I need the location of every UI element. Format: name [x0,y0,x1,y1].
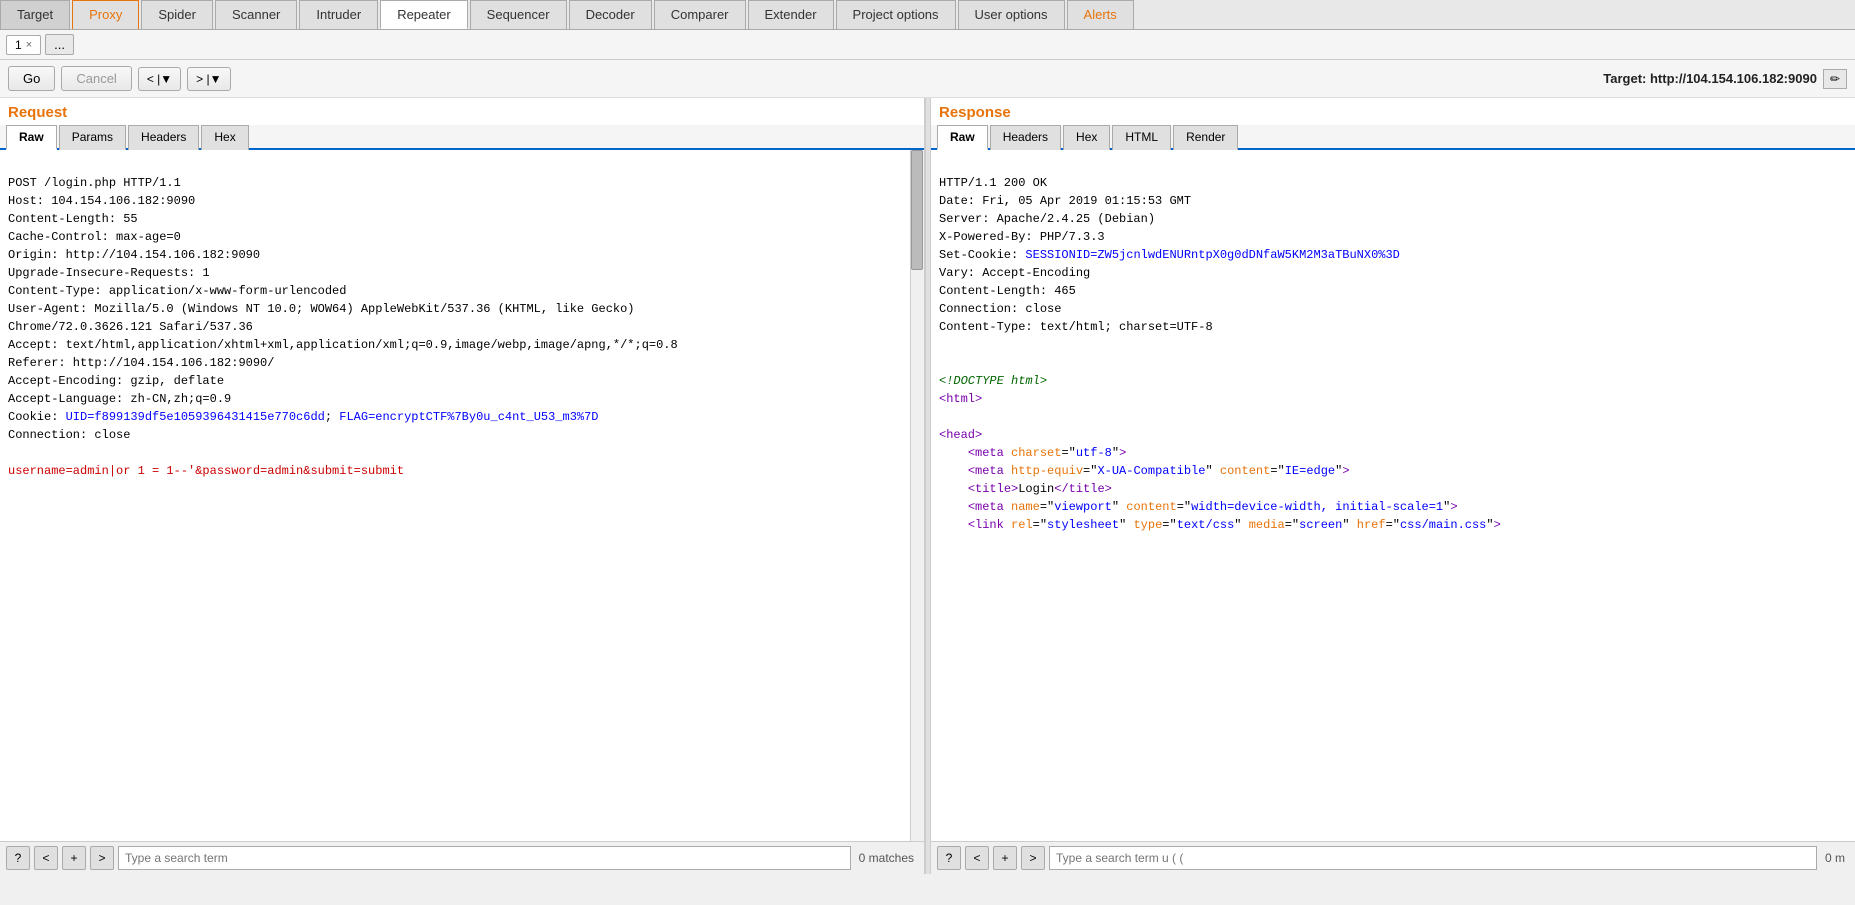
req-line-10: Accept: text/html,application/xhtml+xml,… [8,338,678,352]
resp-line-5: Set-Cookie: SESSIONID=ZW5jcnlwdENURntpX0… [939,248,1400,262]
request-panel: Request Raw Params Headers Hex POST /log… [0,98,925,874]
nav-back-button[interactable]: < |▼ [138,67,181,91]
tab-proxy[interactable]: Proxy [72,0,139,29]
req-line-8: User-Agent: Mozilla/5.0 (Windows NT 10.0… [8,302,635,316]
go-button[interactable]: Go [8,66,55,91]
response-title: Response [931,98,1855,125]
resp-title: <title>Login</title> [939,482,1112,496]
response-sub-tabs: Raw Headers Hex HTML Render [931,125,1855,150]
resp-line-2: Date: Fri, 05 Apr 2019 01:15:53 GMT [939,194,1191,208]
tab-user-options[interactable]: User options [958,0,1065,29]
req-line-9: Chrome/72.0.3626.121 Safari/537.36 [8,320,253,334]
resp-link: <link rel="stylesheet" type="text/css" m… [939,518,1501,532]
request-matches: 0 matches [855,851,918,865]
resp-line-3: Server: Apache/2.4.25 (Debian) [939,212,1155,226]
resp-meta3: <meta name="viewport" content="width=dev… [939,500,1458,514]
resp-doctype: <!DOCTYPE html> [939,374,1047,388]
target-edit-button[interactable]: ✏ [1823,69,1847,89]
req-line-6: Upgrade-Insecure-Requests: 1 [8,266,210,280]
resp-line-4: X-Powered-By: PHP/7.3.3 [939,230,1105,244]
resp-line-1: HTTP/1.1 200 OK [939,176,1047,190]
tab-decoder[interactable]: Decoder [569,0,652,29]
response-matches: 0 m [1821,851,1849,865]
response-search-input[interactable] [1049,846,1817,870]
resp-head: <head> [939,428,982,442]
cancel-button[interactable]: Cancel [61,66,131,91]
repeater-toolbar: Go Cancel < |▼ > |▼ Target: http://104.1… [0,60,1855,98]
request-search-input[interactable] [118,846,851,870]
request-search-next[interactable]: > [90,846,114,870]
response-search-next[interactable]: > [1021,846,1045,870]
resp-meta2: <meta http-equiv="X-UA-Compatible" conte… [939,464,1350,478]
tab-close-icon[interactable]: × [26,39,32,51]
req-line-12: Accept-Encoding: gzip, deflate [8,374,224,388]
req-line-1: POST /login.php HTTP/1.1 [8,176,181,190]
resp-line-7: Content-Length: 465 [939,284,1076,298]
request-scrollbar-thumb[interactable] [911,150,923,270]
response-panel: Response Raw Headers Hex HTML Render HTT… [931,98,1855,874]
request-scrollbar[interactable] [910,150,924,841]
tab-scanner[interactable]: Scanner [215,0,297,29]
tab-add-dots[interactable]: ... [45,34,74,55]
tab-target[interactable]: Target [0,0,70,29]
tab-label: 1 [15,38,22,52]
request-search-help[interactable]: ? [6,846,30,870]
menu-bar: Target Proxy Spider Scanner Intruder Rep… [0,0,1855,30]
resp-meta1: <meta charset="utf-8"> [939,446,1126,460]
response-search-prev[interactable]: < [965,846,989,870]
request-tab-params[interactable]: Params [59,125,126,150]
req-line-11: Referer: http://104.154.106.182:9090/ [8,356,274,370]
tab-extender[interactable]: Extender [748,0,834,29]
req-payload: username=admin|or 1 = 1--'&password=admi… [8,464,404,478]
repeater-tab-bar: 1 × ... [0,30,1855,60]
response-search-help[interactable]: ? [937,846,961,870]
tab-project-options[interactable]: Project options [836,0,956,29]
resp-line-8: Connection: close [939,302,1061,316]
tab-spider[interactable]: Spider [141,0,213,29]
tab-sequencer[interactable]: Sequencer [470,0,567,29]
resp-line-6: Vary: Accept-Encoding [939,266,1090,280]
response-tab-headers[interactable]: Headers [990,125,1061,150]
request-search-add[interactable]: + [62,846,86,870]
req-line-7: Content-Type: application/x-www-form-url… [8,284,346,298]
response-tab-raw[interactable]: Raw [937,125,988,150]
request-text[interactable]: POST /login.php HTTP/1.1 Host: 104.154.1… [0,150,910,841]
response-search-bar: ? < + > 0 m [931,841,1855,874]
nav-back-label: < |▼ [147,72,172,86]
resp-line-9: Content-Type: text/html; charset=UTF-8 [939,320,1213,334]
req-line-5: Origin: http://104.154.106.182:9090 [8,248,260,262]
main-content: Request Raw Params Headers Hex POST /log… [0,98,1855,874]
response-tab-hex[interactable]: Hex [1063,125,1110,150]
req-line-14: Connection: close [8,428,130,442]
response-content-area: HTTP/1.1 200 OK Date: Fri, 05 Apr 2019 0… [931,150,1855,841]
req-line-cookie: Cookie: UID=f899139df5e1059396431415e770… [8,410,599,424]
tab-intruder[interactable]: Intruder [299,0,378,29]
request-tab-hex[interactable]: Hex [201,125,248,150]
resp-html: <html> [939,392,982,406]
request-search-bar: ? < + > 0 matches [0,841,924,874]
req-line-4: Cache-Control: max-age=0 [8,230,181,244]
nav-fwd-button[interactable]: > |▼ [187,67,230,91]
response-tab-html[interactable]: HTML [1112,125,1171,150]
nav-fwd-label: > |▼ [196,72,221,86]
tab-comparer[interactable]: Comparer [654,0,746,29]
req-line-2: Host: 104.154.106.182:9090 [8,194,195,208]
request-title: Request [0,98,924,125]
response-search-add[interactable]: + [993,846,1017,870]
response-tab-render[interactable]: Render [1173,125,1238,150]
target-info: Target: http://104.154.106.182:9090 [1603,71,1817,86]
request-tab-raw[interactable]: Raw [6,125,57,150]
tab-alerts[interactable]: Alerts [1067,0,1134,29]
request-search-prev[interactable]: < [34,846,58,870]
req-line-3: Content-Length: 55 [8,212,138,226]
request-tab-headers[interactable]: Headers [128,125,199,150]
response-text[interactable]: HTTP/1.1 200 OK Date: Fri, 05 Apr 2019 0… [931,150,1855,841]
req-line-13: Accept-Language: zh-CN,zh;q=0.9 [8,392,231,406]
request-sub-tabs: Raw Params Headers Hex [0,125,924,150]
tab-repeater[interactable]: Repeater [380,0,467,29]
request-content-area: POST /login.php HTTP/1.1 Host: 104.154.1… [0,150,924,841]
repeater-tab-1[interactable]: 1 × [6,35,41,55]
